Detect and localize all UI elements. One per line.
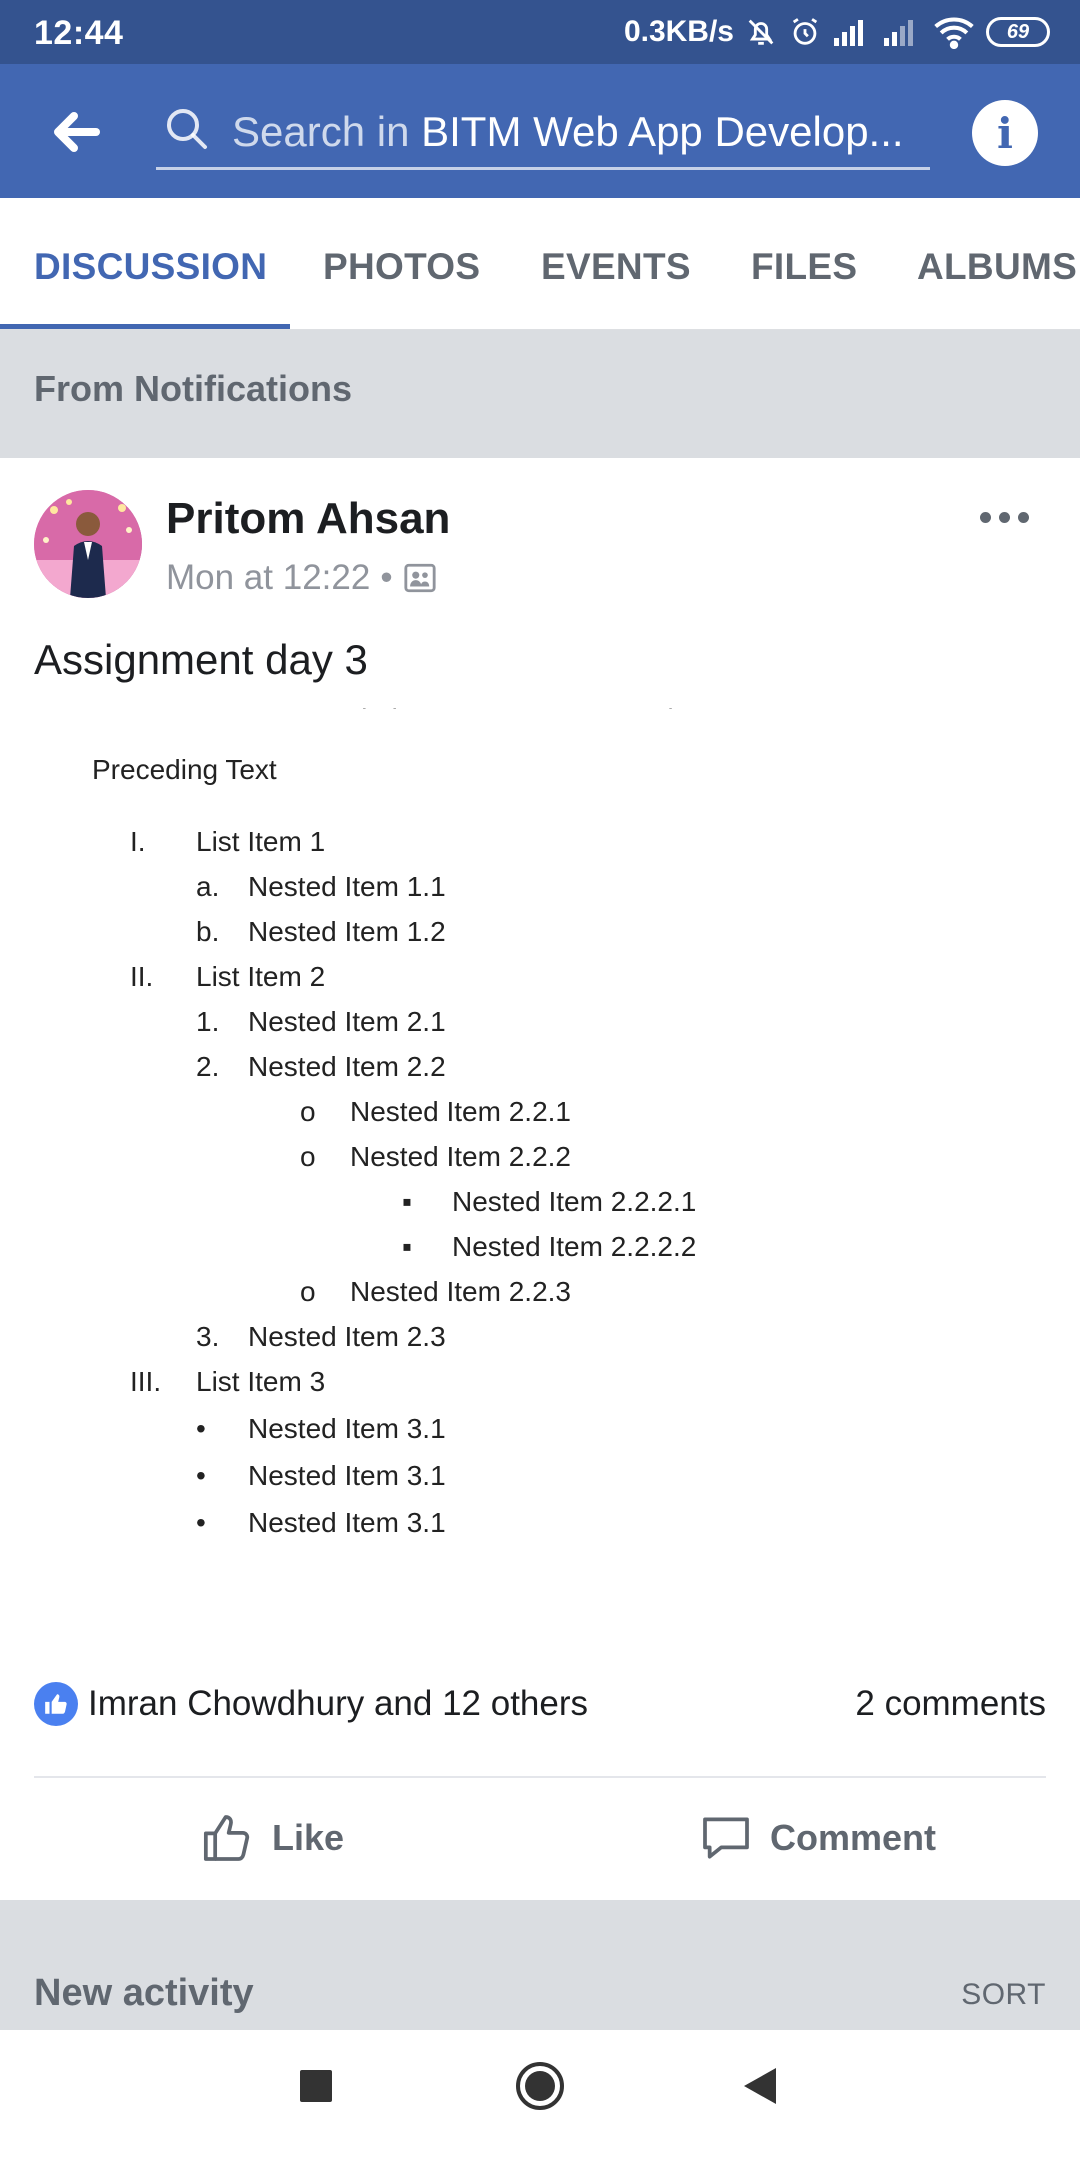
info-icon: i xyxy=(997,108,1013,158)
battery-level: 69 xyxy=(1006,20,1030,43)
avatar-photo xyxy=(34,490,142,598)
doc-list-item: Nested Item 3.1 xyxy=(248,1413,446,1444)
doc-list-item: Nested Item 2.2.2.1 xyxy=(452,1186,697,1217)
recent-apps-icon[interactable] xyxy=(298,2068,334,2104)
post-meta: Mon at 12:22 • xyxy=(166,558,437,598)
comments-count[interactable]: 2 comments xyxy=(855,1684,1046,1724)
doc-list-marker: III. xyxy=(130,1366,162,1397)
doc-list-marker: o xyxy=(300,1141,316,1172)
more-options-icon xyxy=(980,511,991,523)
reactions-row[interactable]: Imran Chowdhury and 12 others 2 comments xyxy=(34,1680,1046,1730)
new-activity-title: New activity xyxy=(34,1972,254,2014)
tab-bar: DISCUSSION PHOTOS EVENTS FILES ALBUMS xyxy=(0,198,1080,330)
bell-off-icon xyxy=(748,19,774,45)
doc-list-marker: II. xyxy=(130,961,154,992)
back-icon[interactable] xyxy=(742,2066,778,2106)
like-reaction-icon xyxy=(34,1682,78,1726)
doc-list-marker: b. xyxy=(196,916,220,947)
cut-off-text: · · · xyxy=(360,708,675,721)
doc-list-item: Nested Item 3.1 xyxy=(248,1507,446,1538)
doc-list-item: Nested Item 2.1 xyxy=(248,1006,446,1037)
comment-icon xyxy=(703,1817,749,1859)
doc-list-item: Nested Item 2.2.1 xyxy=(350,1096,572,1127)
tab-albums[interactable]: ALBUMS xyxy=(917,246,1077,288)
tab-events[interactable]: EVENTS xyxy=(541,246,691,288)
system-nav-bar xyxy=(0,2030,1080,2160)
doc-list-item: List Item 1 xyxy=(196,826,326,857)
doc-list-marker: o xyxy=(300,1276,316,1307)
search-input[interactable]: Search in BITM Web App Develop... xyxy=(156,94,930,170)
home-icon[interactable] xyxy=(514,2060,566,2112)
tab-discussion[interactable]: DISCUSSION xyxy=(34,246,267,288)
sort-button[interactable]: SORT xyxy=(961,1978,1046,2012)
search-text: Search in BITM Web App Develop... xyxy=(232,108,922,156)
search-group-name: BITM Web App Develop... xyxy=(421,108,904,155)
thumbs-up-icon xyxy=(203,1815,250,1861)
comment-button[interactable]: Comment xyxy=(698,1806,936,1870)
alarm-icon xyxy=(792,18,818,45)
doc-list-item: Nested Item 2.2 xyxy=(248,1051,446,1082)
doc-list-marker: 2. xyxy=(196,1051,220,1082)
doc-preceding-text: Preceding Text xyxy=(92,754,277,785)
search-placeholder: Search in xyxy=(232,108,422,155)
doc-list-marker: I. xyxy=(130,826,146,857)
doc-list-item: Nested Item 2.2.3 xyxy=(350,1276,572,1307)
info-button[interactable]: i xyxy=(972,100,1038,166)
network-speed: 0.3KB/s xyxy=(623,15,734,48)
tab-files[interactable]: FILES xyxy=(751,246,857,288)
doc-list-marker: 3. xyxy=(196,1321,220,1352)
search-icon xyxy=(167,109,207,149)
battery-icon: 69 xyxy=(986,17,1050,47)
doc-list-item: Nested Item 2.3 xyxy=(248,1321,446,1352)
post-card: Pritom Ahsan Mon at 12:22 • Assignment d… xyxy=(0,458,1080,1900)
notification-banner-label: From Notifications xyxy=(34,368,353,409)
like-button[interactable]: Like xyxy=(200,1806,344,1870)
signal-icon xyxy=(884,20,913,46)
doc-list-item: Nested Item 1.2 xyxy=(248,916,446,947)
doc-list-marker: • xyxy=(196,1507,206,1538)
doc-list-item: Nested Item 2.2.2 xyxy=(350,1141,572,1172)
status-time: 12:44 xyxy=(34,14,124,52)
avatar[interactable] xyxy=(34,490,142,598)
doc-list-marker: • xyxy=(196,1413,206,1444)
comment-label: Comment xyxy=(770,1817,937,1858)
doc-list-marker: ▪ xyxy=(402,1231,412,1262)
reactions-summary[interactable]: Imran Chowdhury and 12 others xyxy=(88,1684,588,1724)
doc-list-marker: a. xyxy=(196,871,220,902)
status-icons: 0.3KB/s 69 xyxy=(624,10,1050,54)
group-icon xyxy=(403,563,436,593)
back-button[interactable] xyxy=(46,104,106,160)
doc-list-marker: ▪ xyxy=(402,1186,412,1217)
wifi-icon xyxy=(934,17,974,49)
tab-photos[interactable]: PHOTOS xyxy=(323,246,480,288)
new-activity-header: New activity SORT xyxy=(0,1900,1080,2030)
more-options-button[interactable] xyxy=(980,502,1036,532)
like-label: Like xyxy=(272,1817,345,1858)
doc-list-item: List Item 3 xyxy=(196,1366,326,1397)
doc-list-marker: • xyxy=(196,1460,206,1491)
doc-list-item: Nested Item 3.1 xyxy=(248,1460,446,1491)
doc-list-marker: 1. xyxy=(196,1006,220,1037)
post-image[interactable]: · · · Preceding Text I. List Item 1 a. Nest… xyxy=(0,708,1080,1608)
signal-icon xyxy=(834,20,863,46)
app-bar: Search in BITM Web App Develop... i xyxy=(0,64,1080,198)
post-time[interactable]: Mon at 12:22 xyxy=(166,558,370,598)
divider xyxy=(34,1776,1046,1778)
arrow-left-icon xyxy=(54,112,100,152)
post-text: Assignment day 3 xyxy=(34,636,368,683)
doc-list-item: Nested Item 1.1 xyxy=(248,871,446,902)
doc-list-item: List Item 2 xyxy=(196,961,326,992)
doc-list-marker: o xyxy=(300,1096,316,1127)
doc-list-item: Nested Item 2.2.2.2 xyxy=(452,1231,697,1262)
notification-banner: From Notifications xyxy=(0,330,1080,458)
post-author[interactable]: Pritom Ahsan xyxy=(166,494,450,544)
meta-separator: • xyxy=(380,558,393,597)
status-bar: 12:44 0.3KB/s 69 xyxy=(0,0,1080,64)
